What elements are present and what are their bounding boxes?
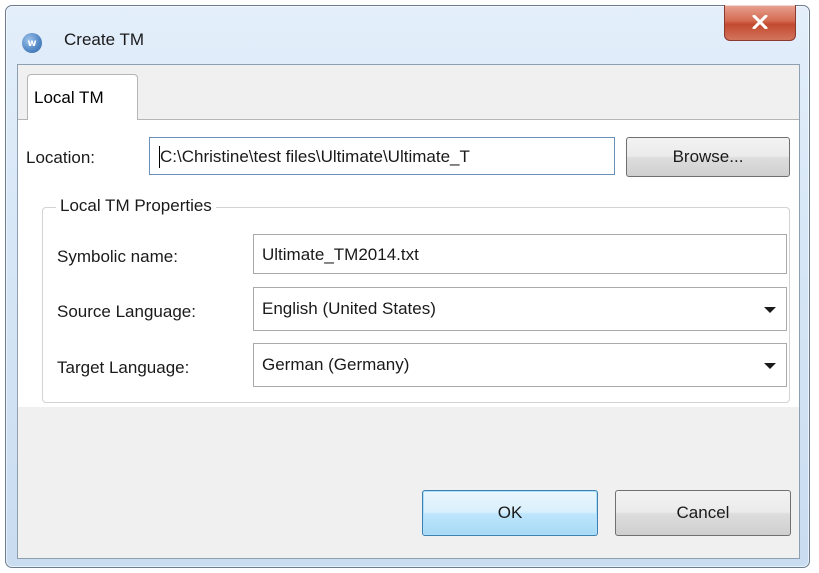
- symbolic-name-label: Symbolic name:: [57, 247, 178, 266]
- symbolic-name-input[interactable]: Ultimate_TM2014.txt: [253, 234, 787, 274]
- source-language-value: English (United States): [262, 299, 436, 318]
- text-caret: [159, 146, 160, 168]
- tab-local-tm[interactable]: Local TM: [27, 74, 138, 120]
- symbolic-name-value: Ultimate_TM2014.txt: [262, 245, 419, 264]
- source-language-select[interactable]: English (United States): [253, 287, 787, 331]
- target-language-select[interactable]: German (Germany): [253, 343, 787, 387]
- dialog-body: Local TM Location: C:\Christine\test fil…: [17, 64, 800, 559]
- target-language-label: Target Language:: [57, 358, 190, 377]
- wordfast-app-icon: w: [22, 33, 42, 53]
- ok-button[interactable]: OK: [422, 490, 598, 536]
- source-language-label: Source Language:: [57, 302, 196, 321]
- chevron-down-icon: [764, 363, 776, 369]
- create-tm-dialog: w Create TM Local TM Location: C:\Christ…: [5, 5, 810, 568]
- location-label: Location:: [26, 148, 95, 167]
- tab-label: Local TM: [34, 88, 104, 107]
- location-input[interactable]: C:\Christine\test files\Ultimate\Ultimat…: [149, 137, 615, 175]
- target-language-value: German (Germany): [262, 355, 410, 374]
- chevron-down-icon: [764, 307, 776, 313]
- close-button[interactable]: [724, 5, 796, 41]
- title-bar[interactable]: w Create TM: [6, 5, 809, 62]
- cancel-button[interactable]: Cancel: [615, 490, 791, 536]
- location-value: C:\Christine\test files\Ultimate\Ultimat…: [160, 147, 470, 166]
- browse-button[interactable]: Browse...: [626, 137, 790, 177]
- close-icon: [752, 15, 768, 29]
- window-title: Create TM: [64, 30, 144, 49]
- properties-legend: Local TM Properties: [56, 196, 216, 216]
- local-tm-panel: Location: C:\Christine\test files\Ultima…: [18, 120, 799, 407]
